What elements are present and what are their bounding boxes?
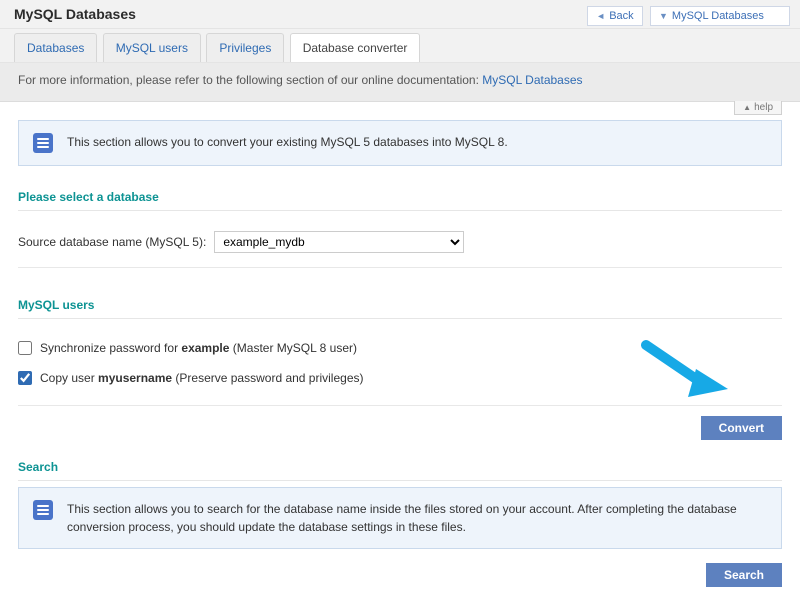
- doc-link[interactable]: MySQL Databases: [482, 73, 582, 87]
- back-label: Back: [609, 10, 633, 22]
- breadcrumb-label: MySQL Databases: [672, 10, 764, 22]
- tab-mysql-users[interactable]: MySQL users: [103, 33, 201, 62]
- tab-database-converter[interactable]: Database converter: [290, 33, 421, 62]
- chevron-left-icon: ◄: [596, 11, 605, 21]
- doc-text: For more information, please refer to th…: [18, 73, 482, 87]
- chevron-up-icon: ▲: [743, 103, 751, 112]
- chevron-down-icon: ▼: [659, 11, 668, 21]
- info-box-search: This section allows you to search for th…: [18, 487, 782, 549]
- help-label: help: [754, 102, 773, 113]
- convert-button[interactable]: Convert: [701, 416, 782, 440]
- search-button[interactable]: Search: [706, 563, 782, 587]
- copy-user-label: Copy user myusername (Preserve password …: [40, 371, 364, 385]
- info-icon: [33, 500, 53, 520]
- back-button[interactable]: ◄ Back: [587, 6, 642, 26]
- page-title: MySQL Databases: [14, 6, 583, 22]
- info-icon: [33, 133, 53, 153]
- help-toggle[interactable]: ▲help: [734, 101, 782, 115]
- section-mysql-users: MySQL users: [18, 298, 782, 319]
- section-select-database: Please select a database: [18, 190, 782, 211]
- source-db-label: Source database name (MySQL 5):: [18, 235, 206, 249]
- sync-password-checkbox[interactable]: [18, 341, 32, 355]
- doc-reference: For more information, please refer to th…: [0, 63, 800, 102]
- copy-user-checkbox[interactable]: [18, 371, 32, 385]
- section-search: Search: [18, 460, 782, 481]
- info-box-convert: This section allows you to convert your …: [18, 120, 782, 166]
- breadcrumb-dropdown[interactable]: ▼ MySQL Databases: [650, 6, 790, 26]
- source-db-select[interactable]: example_mydb: [214, 231, 464, 253]
- tab-databases[interactable]: Databases: [14, 33, 97, 62]
- tab-privileges[interactable]: Privileges: [206, 33, 284, 62]
- sync-password-label: Synchronize password for example (Master…: [40, 341, 357, 355]
- search-info-text: This section allows you to search for th…: [67, 500, 767, 536]
- info-text: This section allows you to convert your …: [67, 133, 508, 151]
